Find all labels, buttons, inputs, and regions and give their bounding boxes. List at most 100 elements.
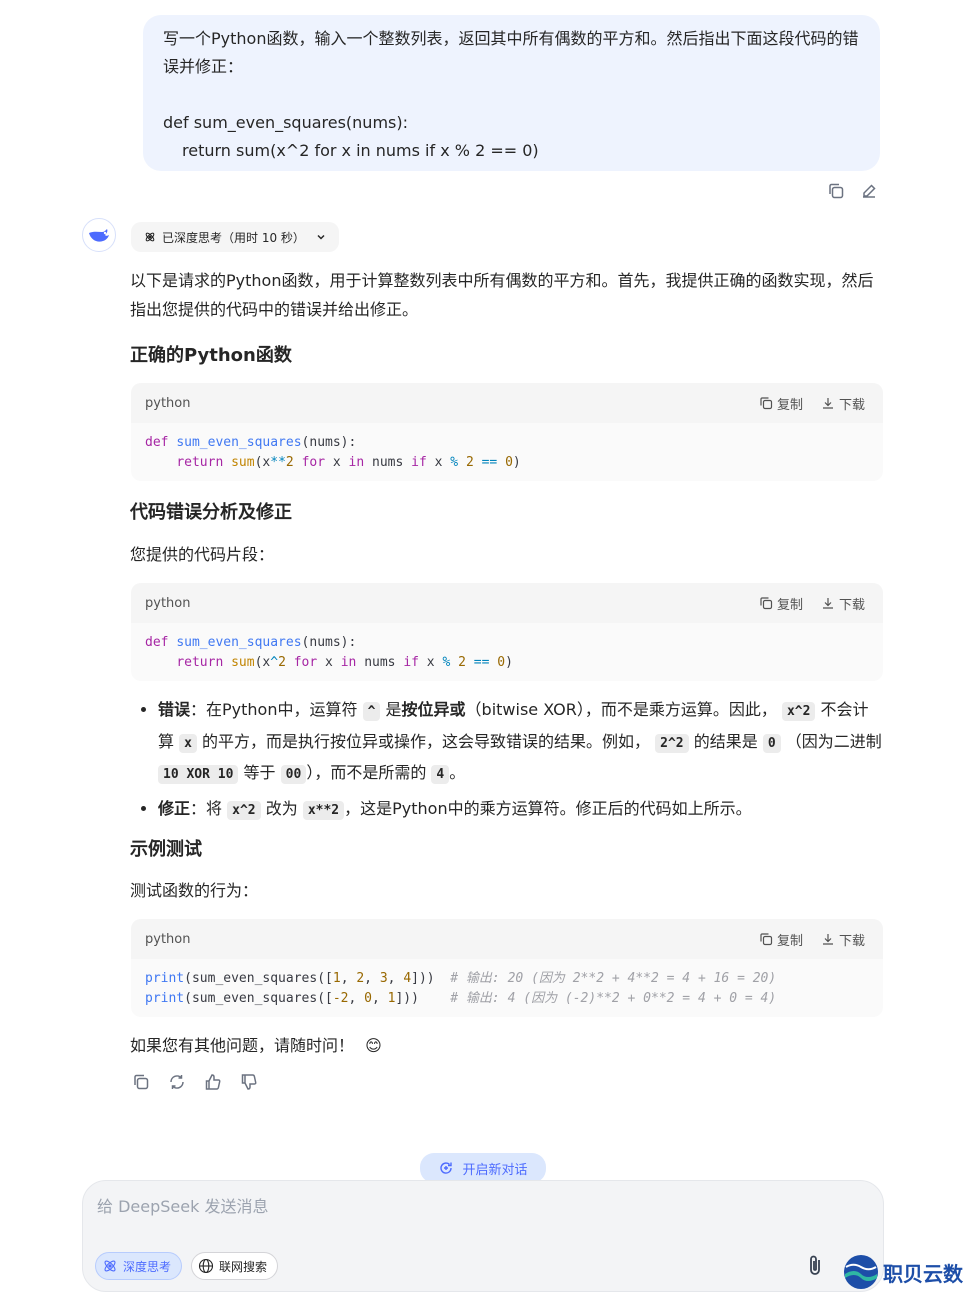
code-token: ^: [270, 655, 279, 670]
code-language: python: [145, 395, 191, 411]
copy-code-button[interactable]: 复制: [759, 930, 803, 949]
atom-icon: [145, 232, 155, 242]
code-block: python 复制 下载 def sum_even_squares(nums):…: [131, 583, 883, 681]
attachment-icon[interactable]: [805, 1254, 825, 1278]
code-token: 0: [497, 655, 506, 670]
code-token: def: [145, 635, 169, 650]
code-content: print(sum_even_squares([1, 2, 3, 4])) # …: [145, 971, 777, 1006]
bullet-text: 是: [385, 700, 402, 719]
whale-logo-icon: [89, 229, 109, 242]
code-language: python: [145, 595, 191, 611]
new-chat-icon: [440, 1162, 453, 1174]
code-token: sum_even_squares: [176, 635, 302, 650]
bullet-text: ），而不是所需的: [306, 763, 427, 782]
download-label: 下载: [838, 397, 865, 413]
code-token: 2: [278, 655, 286, 670]
bullet-label: 错误: [158, 700, 191, 719]
edit-message-icon[interactable]: [859, 181, 879, 201]
code-token: sum_even_squares: [176, 435, 302, 450]
code-content: def sum_even_squares(nums): return sum(x…: [145, 435, 521, 470]
download-icon: [822, 598, 833, 609]
code-content: def sum_even_squares(nums): return sum(x…: [145, 635, 513, 670]
code-token: %: [450, 455, 459, 470]
download-label: 下载: [838, 597, 865, 613]
deepseek-avatar: [82, 218, 116, 252]
user-message-line: 误并修正：: [163, 57, 244, 76]
inline-code: ^: [362, 702, 381, 721]
copy-icon: [760, 597, 773, 610]
bullet-text: ：将: [190, 798, 223, 818]
inline-code: 10 XOR 10: [158, 765, 239, 784]
inline-code: 0: [762, 733, 781, 753]
message-input[interactable]: 给 DeepSeek 发送消息: [97, 1193, 268, 1217]
answer-text: 指出您提供的代码中的错误并给出修正。: [130, 300, 419, 319]
code-token: %: [442, 655, 451, 670]
new-chat-label: 开启新对话: [462, 1162, 528, 1178]
error-bullet-list: 错误：在Python中，运算符 ^ 是按位异或（bitwise XOR），而不是…: [130, 695, 882, 825]
thumbs-down-icon[interactable]: [238, 1071, 260, 1093]
deep-think-label: 深度思考: [123, 1259, 172, 1274]
code-token: in: [348, 455, 365, 470]
bullet-text: ：在Python中，运算符: [190, 700, 358, 719]
test-intro: 测试函数的行为：: [130, 881, 259, 900]
bullet-bold: 按位异或: [401, 700, 466, 719]
thumbs-up-icon[interactable]: [202, 1071, 224, 1093]
code-token: 0: [505, 455, 513, 470]
web-search-button[interactable]: 联网搜索: [191, 1252, 279, 1280]
copy-code-button[interactable]: 复制: [759, 394, 803, 413]
user-code-line: def sum_even_squares(nums):: [163, 113, 408, 132]
code-token: 4: [403, 971, 412, 986]
inline-code: x: [179, 733, 197, 753]
user-message-line: 写一个Python函数，输入一个整数列表，返回其中所有偶数的平方和。然后指出下面…: [163, 29, 859, 48]
copy-message-icon[interactable]: [826, 181, 846, 201]
user-message-bubble: 写一个Python函数，输入一个整数列表，返回其中所有偶数的平方和。然后指出下面…: [143, 15, 880, 171]
code-token: for: [293, 655, 318, 670]
code-token: print: [145, 991, 185, 1006]
code-token: **: [270, 455, 286, 470]
copy-code-button[interactable]: 复制: [759, 594, 803, 613]
code-token: for: [301, 455, 326, 470]
code-token: print: [145, 971, 185, 986]
deep-think-button[interactable]: 深度思考: [95, 1252, 183, 1280]
code-token: if: [411, 455, 427, 470]
response-actions: [130, 1071, 260, 1093]
download-code-button[interactable]: 下载: [821, 930, 865, 949]
code-block-header: python 复制 下载: [131, 583, 883, 623]
watermark-text: 职贝云数: [883, 1261, 963, 1286]
bullet-text: 算: [158, 731, 175, 751]
code-token: if: [403, 655, 419, 670]
copy-response-icon[interactable]: [130, 1071, 152, 1093]
chevron-down-icon: [317, 234, 325, 240]
message-input-box[interactable]: 给 DeepSeek 发送消息 深度思考 联网搜索: [82, 1180, 884, 1292]
code-token: sum: [231, 455, 255, 470]
bullet-text: ，这是Python中的乘方运算符。修正后的代码如上所示。: [344, 798, 752, 818]
code-token: nums: [372, 455, 404, 470]
download-code-button[interactable]: 下载: [821, 394, 865, 413]
code-token: ])): [395, 991, 419, 1006]
bullet-text: 的结果是: [693, 731, 758, 751]
code-token: nums: [364, 655, 396, 670]
download-code-button[interactable]: 下载: [821, 594, 865, 613]
regenerate-icon[interactable]: [166, 1071, 188, 1093]
globe-icon: [198, 1258, 214, 1274]
code-token: ==: [473, 655, 490, 670]
bullet-text: 不会计: [820, 700, 869, 719]
heading-example-test: 示例测试: [130, 839, 202, 860]
inline-code: 00: [280, 765, 307, 784]
copy-icon: [760, 933, 773, 946]
code-token: 3: [379, 971, 388, 986]
thinking-label: 已深度思考（用时 10 秒）: [162, 230, 305, 245]
deep-think-toggle[interactable]: 已深度思考（用时 10 秒）: [131, 222, 339, 252]
bullet-text: 改为: [265, 798, 298, 818]
user-code-line: return sum(x^2 for x in nums if x % 2 ==…: [182, 141, 539, 160]
code-comment: # 输出: 4 (因为 (-2)**2 + 0**2 = 4 + 0 = 4): [450, 991, 777, 1006]
code-token: 0: [364, 991, 372, 1006]
closing-message: 如果您有其他问题，请随时问！ 😊: [130, 1031, 880, 1060]
code-language: python: [145, 931, 191, 947]
code-block-header: python 复制 下载: [131, 919, 883, 959]
new-chat-button[interactable]: 开启新对话: [420, 1153, 546, 1183]
code-token: 2: [356, 971, 365, 986]
code-block: python 复制 下载 def sum_even_squares(nums):…: [131, 383, 883, 481]
inline-code: 4: [431, 765, 450, 784]
code-token: (sum_even_squares([: [184, 971, 333, 986]
